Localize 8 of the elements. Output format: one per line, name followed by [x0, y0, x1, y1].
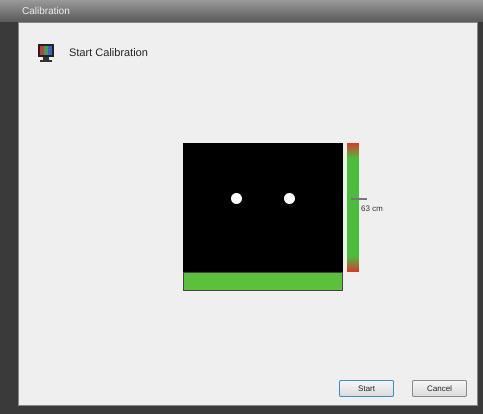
monitor-icon	[37, 43, 55, 63]
cancel-button[interactable]: Cancel	[412, 380, 467, 397]
heading: Start Calibration	[69, 47, 148, 59]
start-button[interactable]: Start	[339, 380, 394, 397]
eye-dot	[284, 193, 295, 204]
window-title: Calibration	[22, 6, 70, 16]
eye-dot	[231, 193, 242, 204]
distance-reading: 63 cm	[361, 204, 383, 214]
